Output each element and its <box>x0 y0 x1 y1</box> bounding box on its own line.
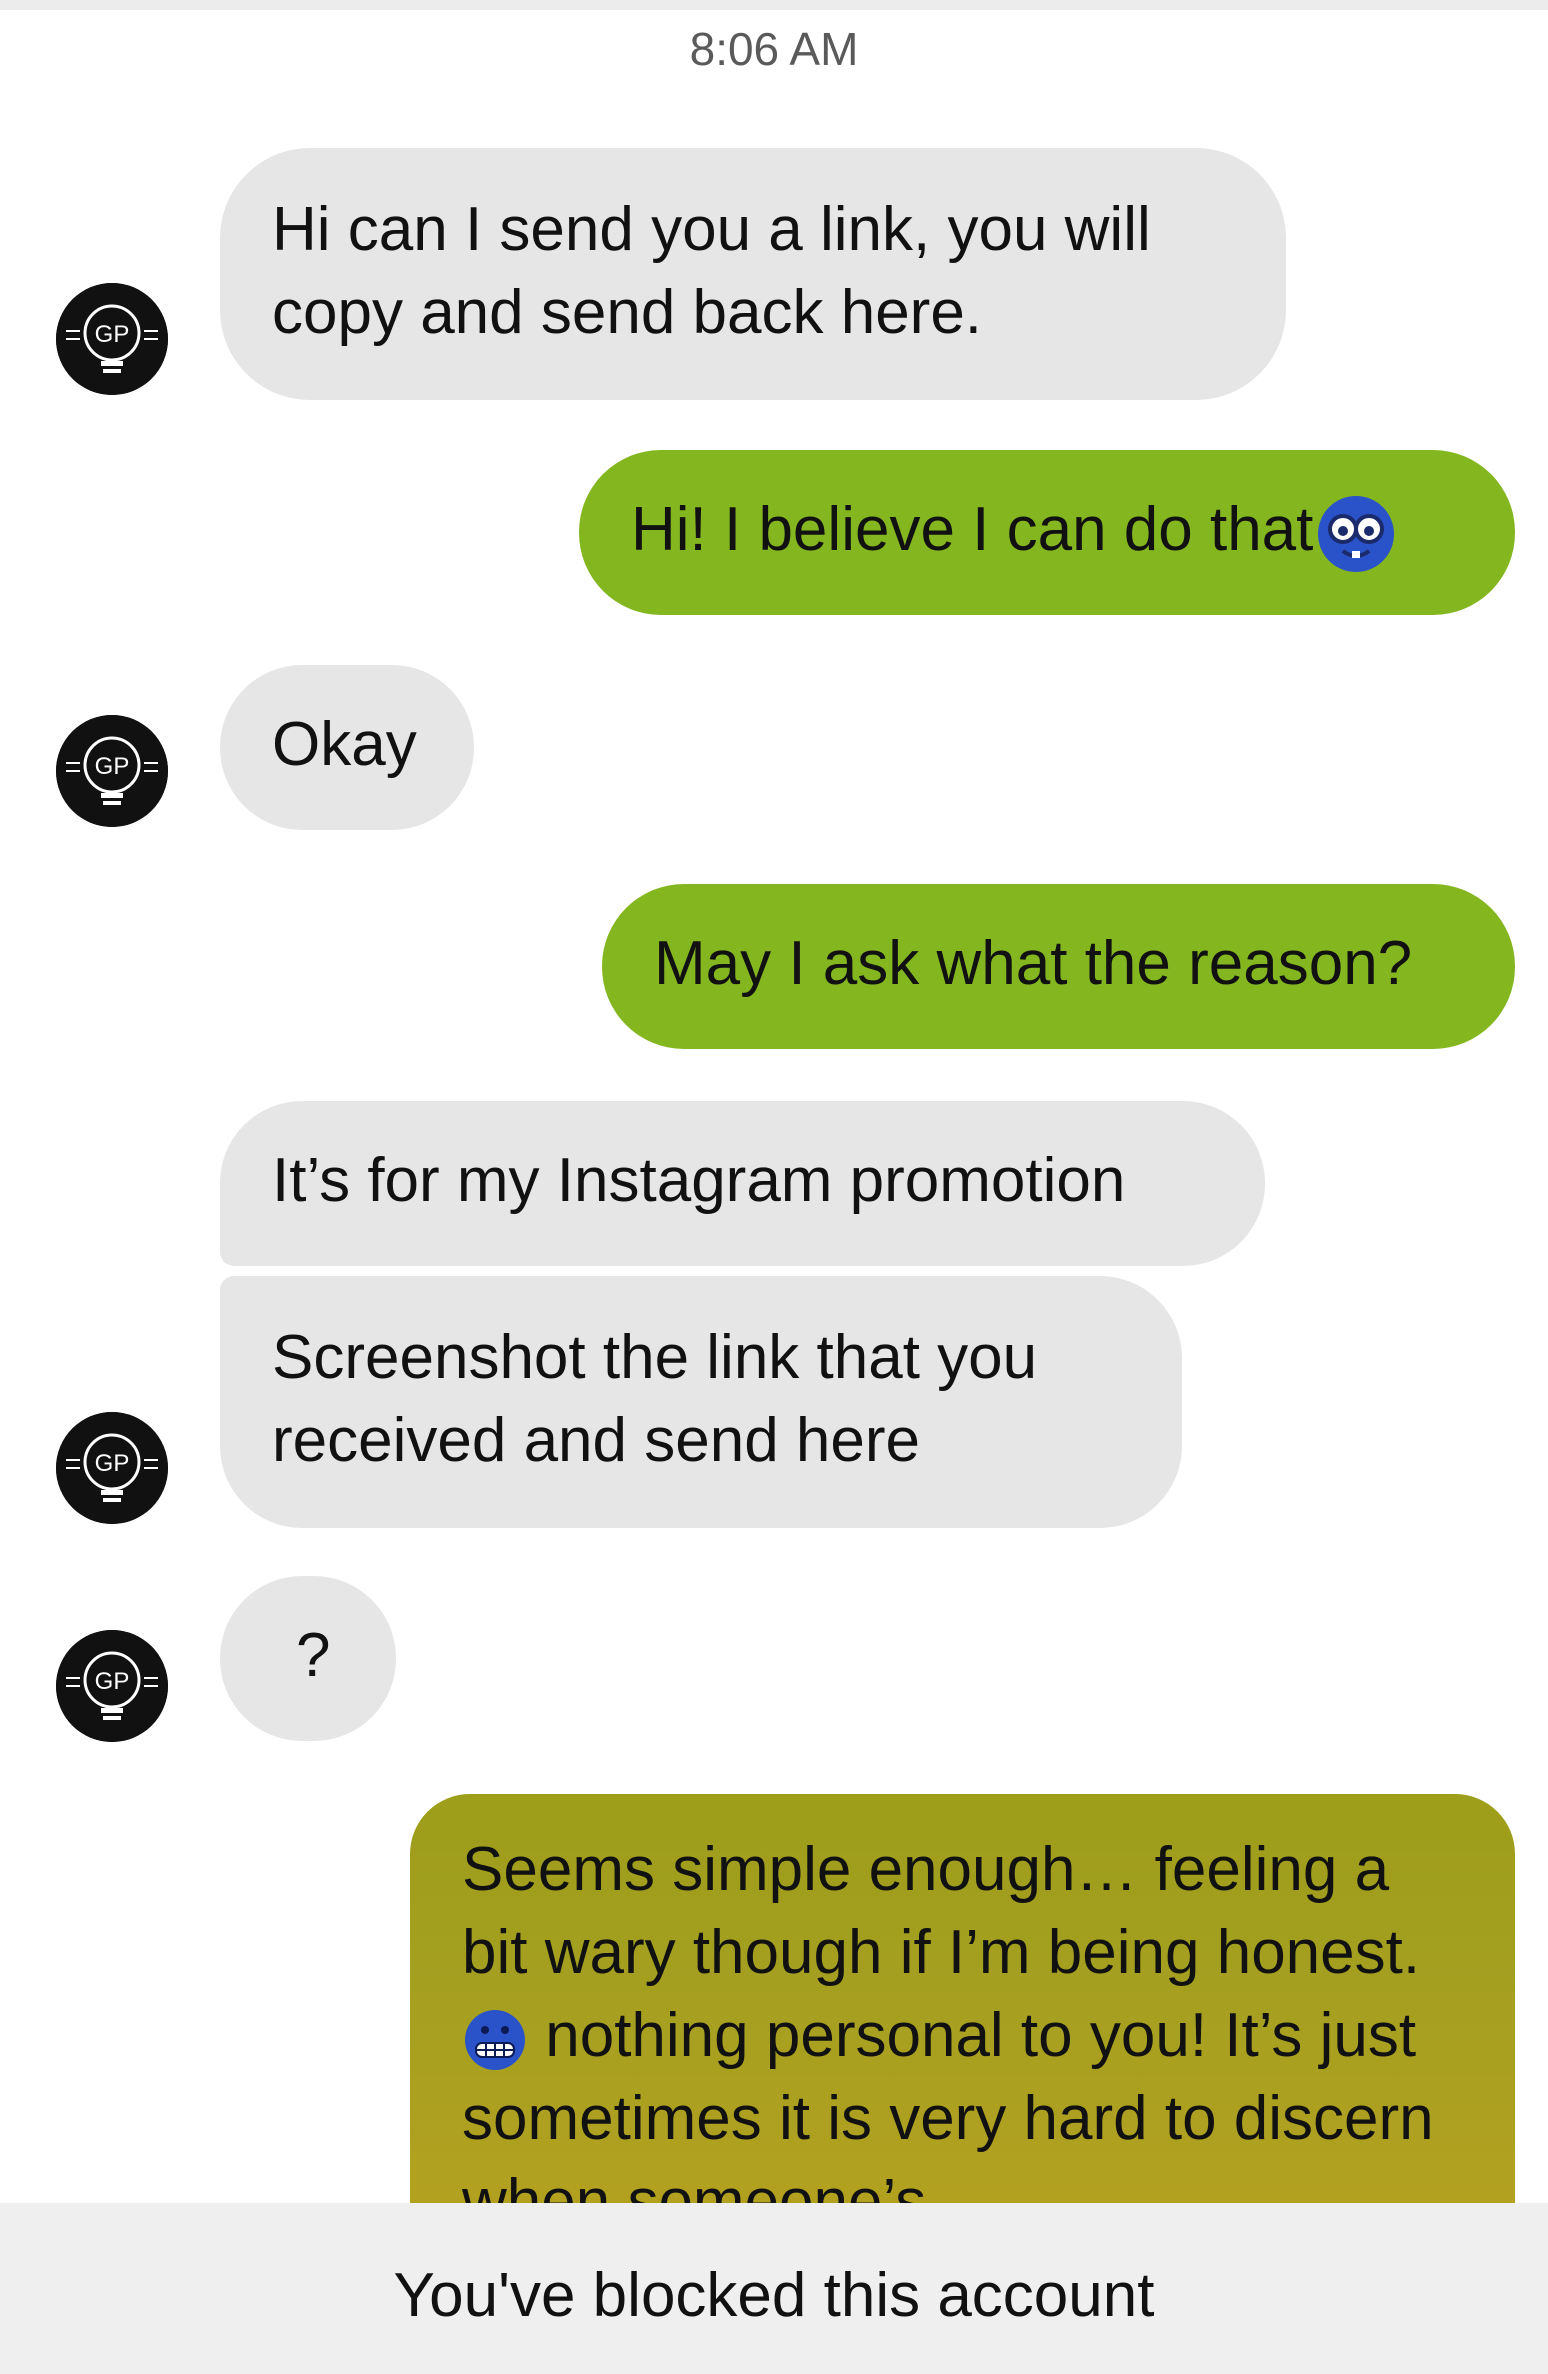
nerd-face-icon <box>1313 491 1399 577</box>
avatar[interactable]: GP <box>56 715 168 827</box>
lightbulb-logo-icon: GP <box>56 283 168 395</box>
blocked-account-banner: You've blocked this account <box>0 2203 1548 2374</box>
lightbulb-logo-icon: GP <box>56 715 168 827</box>
outgoing-message-bubble[interactable]: Seems simple enough… feeling a bit wary … <box>410 1794 1515 2274</box>
svg-text:GP: GP <box>95 321 130 348</box>
avatar[interactable]: GP <box>56 283 168 395</box>
avatar[interactable]: GP <box>56 1630 168 1742</box>
svg-text:GP: GP <box>95 1668 130 1695</box>
lightbulb-logo-icon: GP <box>56 1630 168 1742</box>
message-timestamp: 8:06 AM <box>689 23 859 75</box>
svg-text:GP: GP <box>95 1450 130 1477</box>
lightbulb-logo-icon: GP <box>56 1412 168 1524</box>
message-text: May I ask what the reason? <box>654 929 1413 998</box>
outgoing-message-bubble[interactable]: Hi! I believe I can do that <box>579 450 1515 615</box>
outgoing-message-bubble[interactable]: May I ask what the reason? <box>602 884 1515 1049</box>
message-text: Seems simple enough… feeling a bit wary … <box>462 1835 1421 1987</box>
message-text: Hi can I send you a link, you will copy … <box>272 195 1151 347</box>
message-text: Screenshot the link that you received an… <box>272 1323 1038 1475</box>
incoming-message-bubble[interactable]: ? <box>220 1576 396 1741</box>
incoming-message-bubble[interactable]: Screenshot the link that you received an… <box>220 1276 1182 1528</box>
message-text-continued: nothing personal to you! It’s just somet… <box>462 2001 1434 2203</box>
message-text: Okay <box>272 710 417 779</box>
top-divider <box>0 0 1548 10</box>
avatar[interactable]: GP <box>56 1412 168 1524</box>
message-text: ? <box>296 1621 331 1690</box>
incoming-message-bubble[interactable]: Hi can I send you a link, you will copy … <box>220 148 1286 400</box>
svg-text:GP: GP <box>95 753 130 780</box>
message-text: It’s for my Instagram promotion <box>272 1146 1126 1215</box>
incoming-message-bubble[interactable]: It’s for my Instagram promotion <box>220 1101 1265 1266</box>
message-text: Hi! I believe I can do that <box>631 495 1314 564</box>
blocked-account-label: You've blocked this account <box>393 2261 1155 2330</box>
grimacing-face-icon <box>462 2007 528 2073</box>
incoming-message-bubble[interactable]: Okay <box>220 665 474 830</box>
